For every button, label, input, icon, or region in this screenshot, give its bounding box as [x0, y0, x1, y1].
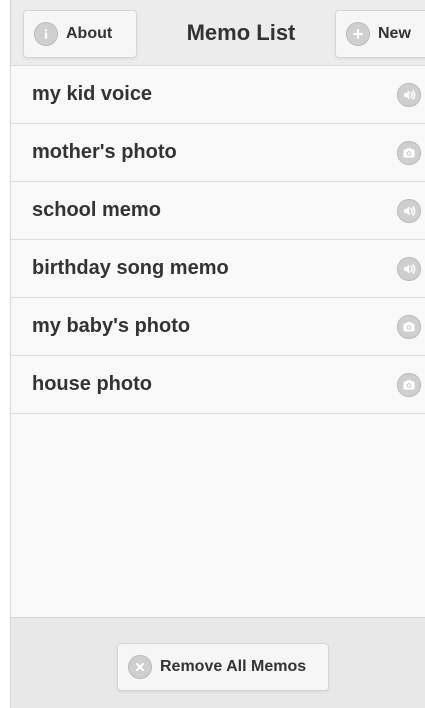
- speaker-icon: [397, 198, 421, 223]
- memo-label: mother's photo: [32, 141, 177, 163]
- page-title: Memo List: [186, 20, 296, 45]
- info-icon: [34, 22, 58, 46]
- memo-label: school memo: [32, 199, 161, 221]
- remove-all-memos-button[interactable]: Remove All Memos: [117, 643, 329, 691]
- about-button-label: About: [66, 25, 113, 42]
- memo-label: my kid voice: [32, 83, 153, 105]
- header-bar: About Memo List New: [11, 0, 425, 66]
- memo-item-my-babys-photo[interactable]: my baby's photo: [11, 298, 425, 356]
- memo-item-house-photo[interactable]: house photo: [11, 356, 425, 414]
- camera-icon: [397, 140, 421, 165]
- x-icon: [128, 655, 152, 679]
- plus-icon: [346, 22, 370, 46]
- about-button[interactable]: About: [23, 10, 137, 58]
- memo-app: About Memo List New my kid voice mother'…: [10, 0, 425, 708]
- memo-label: birthday song memo: [32, 257, 229, 279]
- memo-item-my-kid-voice[interactable]: my kid voice: [11, 66, 425, 124]
- camera-icon: [397, 314, 421, 339]
- speaker-icon: [397, 256, 421, 281]
- memo-item-birthday-song-memo[interactable]: birthday song memo: [11, 240, 425, 298]
- footer-bar: Remove All Memos: [11, 617, 425, 708]
- memo-item-school-memo[interactable]: school memo: [11, 182, 425, 240]
- memo-list: my kid voice mother's photo school memo …: [11, 66, 425, 414]
- memo-label: my baby's photo: [32, 315, 191, 337]
- memo-item-mothers-photo[interactable]: mother's photo: [11, 124, 425, 182]
- speaker-icon: [397, 82, 421, 107]
- remove-all-memos-label: Remove All Memos: [160, 658, 307, 675]
- new-button-label: New: [378, 25, 411, 42]
- new-button[interactable]: New: [335, 10, 425, 58]
- memo-label: house photo: [32, 373, 152, 395]
- camera-icon: [397, 372, 421, 397]
